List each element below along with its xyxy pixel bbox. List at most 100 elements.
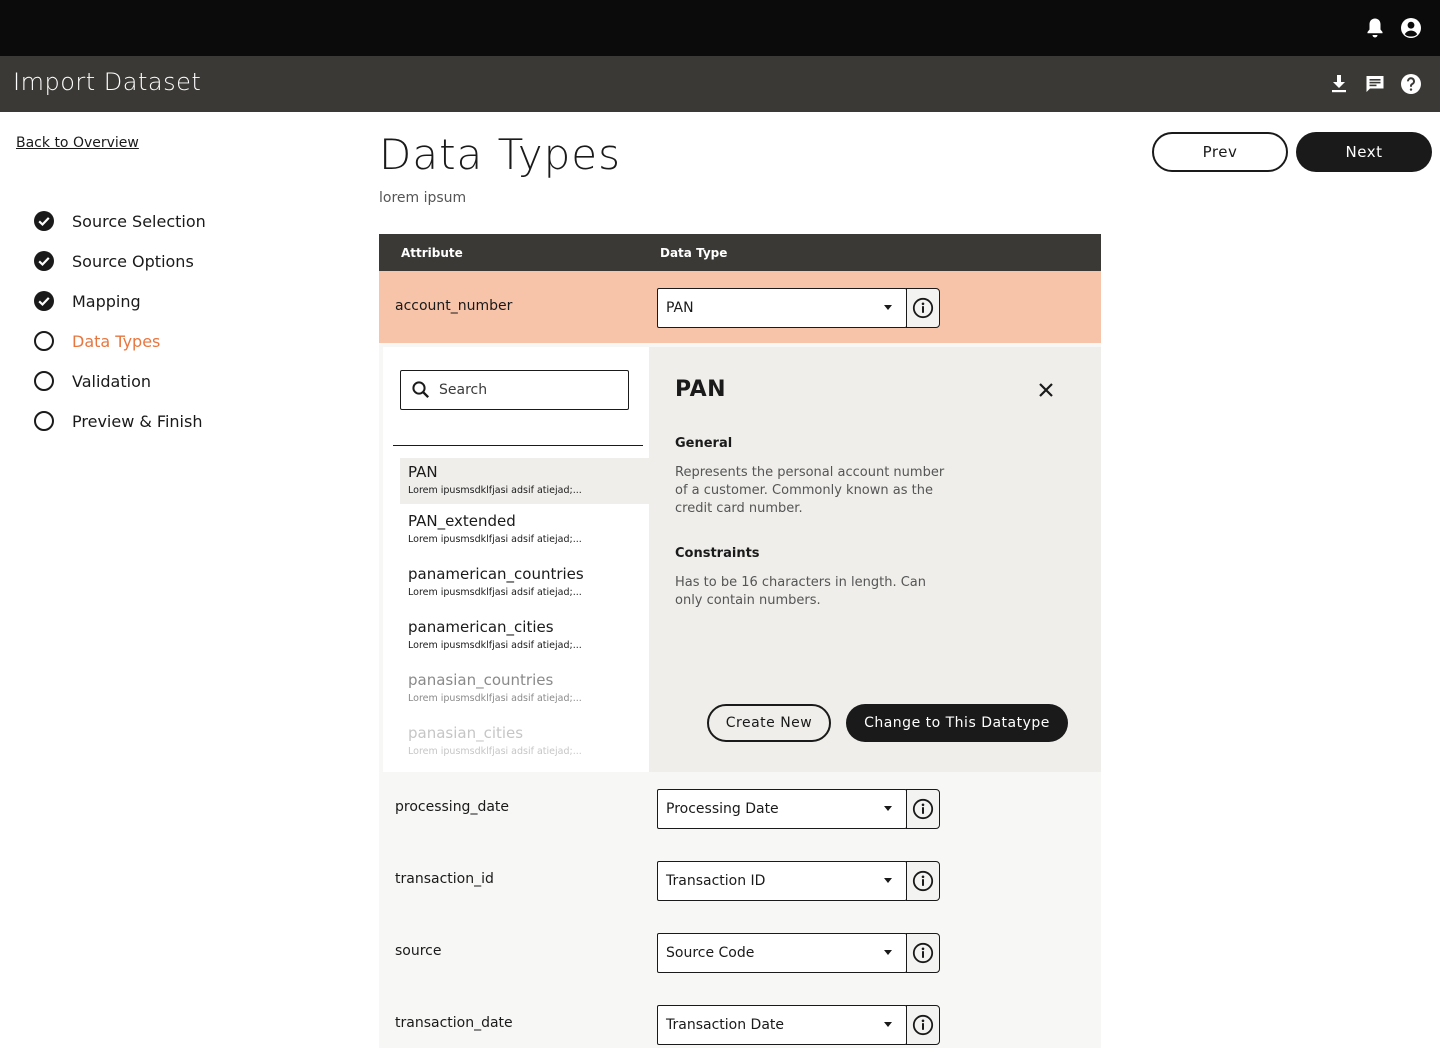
- caret-down-icon: [884, 806, 892, 811]
- info-icon: [912, 297, 934, 319]
- item-description: Lorem ipusmsdklfjasi adsif atiejad;...: [408, 640, 582, 651]
- caret-down-icon: [884, 305, 892, 310]
- info-icon: [912, 1014, 934, 1036]
- step-label: Data Types: [72, 331, 161, 351]
- step-label: Validation: [72, 371, 152, 391]
- step-data-types[interactable]: Data Types: [32, 326, 252, 356]
- attribute-name: source: [395, 943, 442, 959]
- divider: [393, 445, 643, 446]
- attribute-name: account_number: [395, 298, 513, 314]
- list-item[interactable]: panasian_cities Lorem ipusmsdklfjasi ads…: [400, 719, 649, 765]
- data-type-select[interactable]: Transaction Date: [657, 1005, 907, 1045]
- data-type-select[interactable]: Processing Date: [657, 789, 907, 829]
- empty-circle-icon: [32, 369, 56, 393]
- check-circle-icon: [32, 209, 56, 233]
- list-item[interactable]: panamerican_cities Lorem ipusmsdklfjasi …: [400, 613, 649, 659]
- download-icon[interactable]: [1325, 70, 1353, 98]
- page-subtitle: lorem ipsum: [379, 190, 467, 206]
- check-circle-icon: [32, 249, 56, 273]
- app-title: Import Dataset: [13, 68, 202, 96]
- app-header: Import Dataset: [0, 56, 1440, 112]
- close-icon[interactable]: [1035, 379, 1057, 401]
- back-to-overview-link[interactable]: Back to Overview: [16, 135, 139, 151]
- general-heading: General: [675, 436, 733, 451]
- caret-down-icon: [884, 878, 892, 883]
- data-type-value: Transaction ID: [666, 873, 766, 889]
- info-button[interactable]: [906, 1005, 940, 1045]
- item-name: PAN: [408, 463, 438, 481]
- help-icon[interactable]: [1397, 70, 1425, 98]
- data-type-picker: PAN Lorem ipusmsdklfjasi adsif atiejad;.…: [383, 347, 1101, 772]
- item-name: panasian_cities: [408, 724, 524, 742]
- page-title: Data Types: [379, 130, 621, 179]
- table-row[interactable]: transaction_id Transaction ID: [379, 844, 1101, 916]
- data-type-list: PAN Lorem ipusmsdklfjasi adsif atiejad;.…: [383, 347, 649, 772]
- table-header: Attribute Data Type: [379, 234, 1101, 271]
- next-button[interactable]: Next: [1296, 132, 1432, 172]
- item-description: Lorem ipusmsdklfjasi adsif atiejad;...: [408, 587, 582, 598]
- info-icon: [912, 870, 934, 892]
- attribute-name: processing_date: [395, 799, 510, 815]
- empty-circle-icon: [32, 409, 56, 433]
- info-button[interactable]: [906, 861, 940, 901]
- step-source-options[interactable]: Source Options: [32, 246, 252, 276]
- empty-circle-icon: [32, 329, 56, 353]
- item-description: Lorem ipusmsdklfjasi adsif atiejad;...: [408, 693, 582, 704]
- list-item[interactable]: PAN_extended Lorem ipusmsdklfjasi adsif …: [400, 507, 649, 553]
- step-source-selection[interactable]: Source Selection: [32, 206, 252, 236]
- data-type-select[interactable]: Source Code: [657, 933, 907, 973]
- check-circle-icon: [32, 289, 56, 313]
- change-datatype-button[interactable]: Change to This Datatype: [846, 704, 1068, 742]
- create-new-button[interactable]: Create New: [707, 704, 831, 742]
- attribute-name: transaction_date: [395, 1015, 513, 1031]
- step-preview-finish[interactable]: Preview & Finish: [32, 406, 252, 436]
- column-header-attribute: Attribute: [401, 246, 463, 260]
- detail-title: PAN: [675, 377, 727, 402]
- table-row[interactable]: processing_date Processing Date: [379, 772, 1101, 844]
- bell-icon[interactable]: [1361, 14, 1389, 42]
- data-type-select[interactable]: PAN: [657, 288, 907, 328]
- table-row[interactable]: account_number PAN: [379, 271, 1101, 343]
- info-button[interactable]: [906, 789, 940, 829]
- caret-down-icon: [884, 950, 892, 955]
- item-name: panamerican_countries: [408, 565, 584, 583]
- item-description: Lorem ipusmsdklfjasi adsif atiejad;...: [408, 534, 582, 545]
- item-description: Lorem ipusmsdklfjasi adsif atiejad;...: [408, 485, 582, 496]
- table-row[interactable]: source Source Code: [379, 916, 1101, 988]
- search-icon: [412, 381, 430, 399]
- column-header-data-type: Data Type: [660, 246, 728, 260]
- step-label: Source Options: [72, 251, 194, 271]
- top-bar: [0, 0, 1440, 56]
- data-types-table: Attribute Data Type account_number PAN P…: [379, 234, 1101, 1048]
- step-label: Preview & Finish: [72, 411, 203, 431]
- step-label: Source Selection: [72, 211, 206, 231]
- item-description: Lorem ipusmsdklfjasi adsif atiejad;...: [408, 746, 582, 757]
- search-field[interactable]: [400, 370, 629, 410]
- attribute-name: transaction_id: [395, 871, 494, 887]
- data-type-select[interactable]: Transaction ID: [657, 861, 907, 901]
- item-name: PAN_extended: [408, 512, 516, 530]
- caret-down-icon: [884, 1022, 892, 1027]
- info-button[interactable]: [906, 288, 940, 328]
- list-item[interactable]: panasian_countries Lorem ipusmsdklfjasi …: [400, 666, 649, 712]
- table-row[interactable]: transaction_date Transaction Date: [379, 988, 1101, 1048]
- item-name: panasian_countries: [408, 671, 554, 689]
- data-type-value: PAN: [666, 300, 694, 316]
- data-type-value: Processing Date: [666, 801, 779, 817]
- constraints-text: Has to be 16 characters in length. Can o…: [675, 575, 927, 608]
- item-name: panamerican_cities: [408, 618, 554, 636]
- step-mapping[interactable]: Mapping: [32, 286, 252, 316]
- search-input[interactable]: [439, 379, 619, 401]
- data-type-value: Source Code: [666, 945, 755, 961]
- prev-button[interactable]: Prev: [1152, 132, 1288, 172]
- comment-icon[interactable]: [1361, 70, 1389, 98]
- list-item[interactable]: PAN Lorem ipusmsdklfjasi adsif atiejad;.…: [400, 458, 649, 504]
- account-icon[interactable]: [1397, 14, 1425, 42]
- info-icon: [912, 798, 934, 820]
- list-item[interactable]: panamerican_countries Lorem ipusmsdklfja…: [400, 560, 649, 606]
- step-label: Mapping: [72, 291, 141, 311]
- info-button[interactable]: [906, 933, 940, 973]
- step-validation[interactable]: Validation: [32, 366, 252, 396]
- info-icon: [912, 942, 934, 964]
- data-type-value: Transaction Date: [666, 1017, 785, 1033]
